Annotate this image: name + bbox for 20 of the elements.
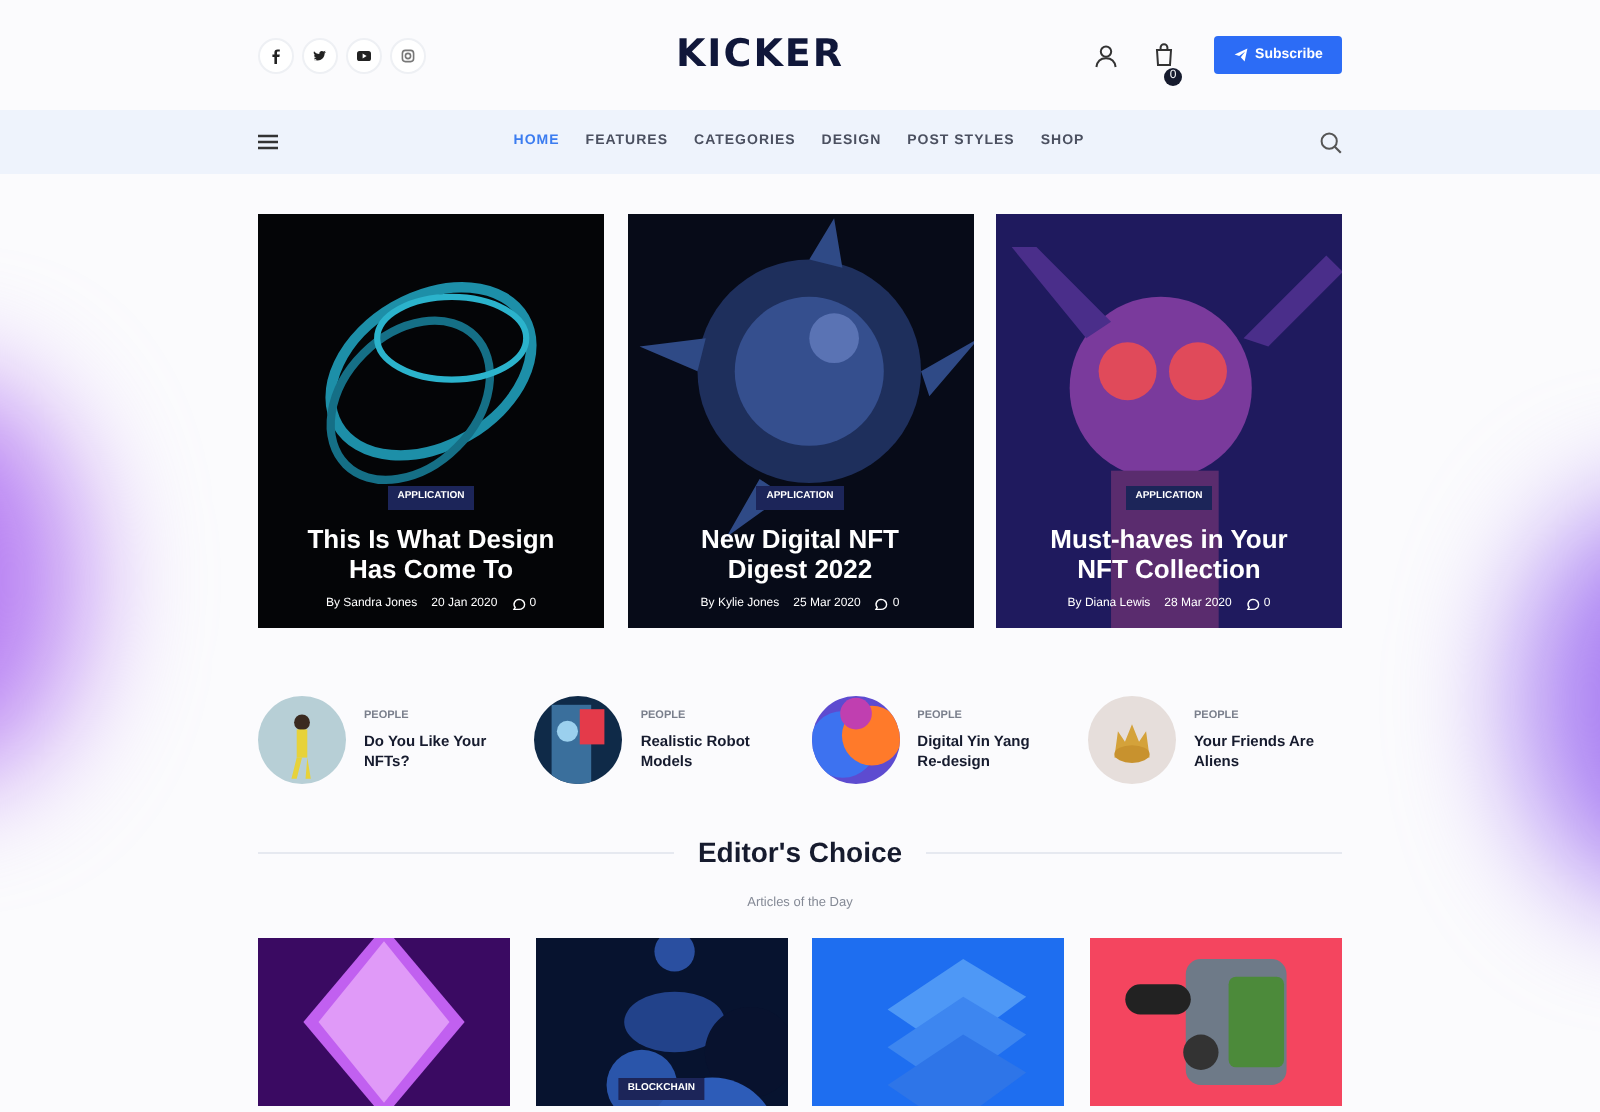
social-link[interactable] xyxy=(346,37,382,73)
comment-icon xyxy=(511,598,526,612)
play-icon xyxy=(354,45,374,65)
social-link[interactable] xyxy=(258,37,294,73)
bag-icon[interactable] xyxy=(1153,42,1174,67)
post-title[interactable]: New Digital NFT Digest 2022 xyxy=(671,524,929,584)
post-title[interactable]: Must-haves in Your NFT Collection xyxy=(1040,524,1298,584)
camera-icon xyxy=(398,45,418,65)
user-icon[interactable] xyxy=(1093,43,1118,67)
comment-icon xyxy=(1245,598,1260,612)
search-icon[interactable] xyxy=(1320,131,1342,153)
bird-icon xyxy=(310,45,330,65)
section-title: Editor's Choice xyxy=(695,834,905,872)
menu-icon[interactable] xyxy=(258,134,278,150)
send-icon xyxy=(1233,48,1248,62)
comment-icon xyxy=(874,598,889,612)
post-title[interactable]: This Is What Design Has Come To xyxy=(302,524,560,584)
facebook-icon xyxy=(266,45,286,65)
social-link[interactable] xyxy=(302,37,338,73)
logo[interactable]: KICKER xyxy=(675,26,845,84)
